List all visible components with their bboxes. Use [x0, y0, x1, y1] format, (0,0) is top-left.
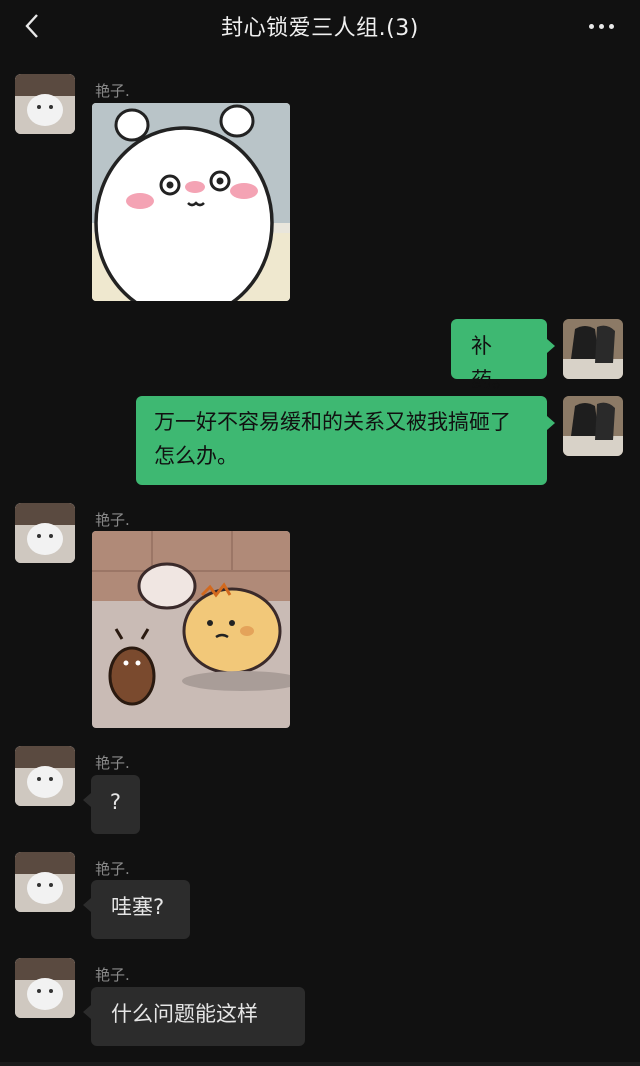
sender-name: 艳子.: [95, 511, 130, 529]
avatar[interactable]: [15, 74, 75, 134]
my-avatar[interactable]: [563, 319, 623, 379]
back-icon[interactable]: [18, 12, 46, 40]
bottom-divider: [0, 1062, 640, 1066]
sticker-white-bear[interactable]: [92, 103, 290, 301]
chat-header: 封心锁爱三人组.(3): [0, 0, 640, 52]
my-avatar[interactable]: [563, 396, 623, 456]
avatar[interactable]: [15, 503, 75, 563]
avatar[interactable]: [15, 958, 75, 1018]
message-bubble[interactable]: 什么问题能这样: [83, 987, 305, 1046]
message-bubble[interactable]: ?: [83, 775, 140, 834]
more-options-icon[interactable]: [584, 14, 618, 38]
message-bubble[interactable]: 万一好不容易缓和的关系又被我搞砸了怎么办。: [136, 396, 555, 485]
sender-name: 艳子.: [95, 82, 130, 100]
avatar[interactable]: [15, 746, 75, 806]
sender-name: 艳子.: [95, 860, 130, 878]
sticker-hamster-beetle[interactable]: [92, 531, 290, 728]
avatar[interactable]: [15, 852, 75, 912]
sender-name: 艳子.: [95, 966, 130, 984]
message-bubble[interactable]: 补药。: [451, 319, 555, 392]
sender-name: 艳子.: [95, 754, 130, 772]
chat-title: 封心锁爱三人组.(3): [221, 16, 419, 41]
message-bubble[interactable]: 哇塞?: [83, 880, 190, 939]
